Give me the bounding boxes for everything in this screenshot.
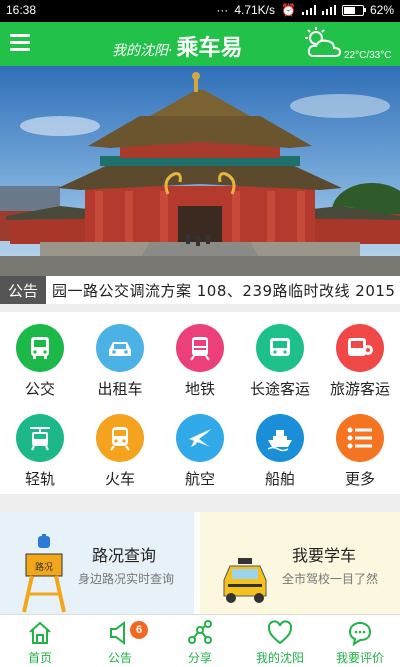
service-label: 航空 [184,470,215,488]
more-icon [336,414,384,462]
service-label: 旅游客运 [329,380,390,398]
heart-icon [267,620,293,645]
service-label: 公交 [24,380,55,398]
service-grid: 公交 出租车 地铁 长途客运 旅游客运 轻轨 火车 航空 船舶 更多 [0,312,400,494]
announcement-icon [110,621,125,645]
airplane-icon [176,414,224,462]
service-label: 轻轨 [24,470,55,488]
service-taxi[interactable]: 出租车 [80,312,160,400]
service-ship[interactable]: 船舶 [240,402,320,490]
more-dots-icon: ··· [216,3,229,17]
tab-share[interactable]: 分享 [160,615,240,667]
tour-bus-icon [336,324,384,372]
traffic-sign-icon: 路况 [22,534,66,613]
service-aviation[interactable]: 航空 [160,402,240,490]
notice-bar[interactable]: 公告 园一路公交调流方案 108、239路临时改线 2015 [0,276,400,304]
tab-review[interactable]: 我要评价 [320,615,400,667]
subway-icon [176,324,224,372]
alarm-icon: ⏰ [281,3,296,17]
app-title-main: 乘车易 [176,35,243,61]
card-subtitle: 全市驾校一目了然 [282,572,379,586]
service-subway[interactable]: 地铁 [160,312,240,400]
service-tour-coach[interactable]: 旅游客运 [320,312,400,400]
card-subtitle: 身边路况实时查询 [78,572,175,586]
service-label: 船舶 [264,470,295,488]
coach-icon [256,324,304,372]
tab-label: 我要评价 [335,651,384,665]
feature-cards: 路况 路况查询 身边路况实时查询 我要学车 全市驾校一目了然 [0,512,400,614]
home-icon [29,621,51,644]
service-label: 出租车 [97,380,143,398]
temperature: 22°C/33°C [344,50,392,61]
tab-label: 分享 [187,651,212,665]
service-label: 长途客运 [249,380,310,398]
app-header: 我的沈阳· 乘车易 22°C/33°C [0,22,400,66]
wifi-icon [321,5,336,15]
tab-label: 公告 [107,651,132,665]
partly-cloudy-icon [305,27,342,57]
app-title: 我的沈阳· 乘车易 [112,30,242,62]
ship-icon [256,414,304,462]
service-more[interactable]: 更多 [320,402,400,490]
card-title: 我要学车 [292,546,357,565]
taxi-icon [96,324,144,372]
bottom-tab-bar: 首页 6 公告 分享 我的沈阳 我要评价 [0,614,400,667]
service-bus[interactable]: 公交 [0,312,80,400]
battery-percent: 62% [369,3,394,17]
service-label: 地铁 [184,380,215,398]
taxi-car-icon [223,558,267,603]
sign-text: 路况 [35,561,53,573]
tab-my-shenyang[interactable]: 我的沈阳 [240,615,320,667]
share-icon [188,620,212,644]
comment-icon [348,621,372,646]
tab-home[interactable]: 首页 [0,615,80,667]
tab-announcement[interactable]: 6 公告 [80,615,160,667]
bus-icon [16,324,64,372]
tab-label: 我的沈阳 [255,651,304,665]
service-label: 火车 [104,470,135,488]
train-icon [96,414,144,462]
service-long-distance-coach[interactable]: 长途客运 [240,312,320,400]
status-indicators: ··· 4.71K/s ⏰ 62% [216,3,394,17]
app-title-prefix: 我的沈阳· [112,43,173,59]
light-rail-icon [16,414,64,462]
status-bar: 16:38 ··· 4.71K/s ⏰ 62% [0,0,400,22]
signal-icon [301,5,316,15]
notice-marquee-text: 园一路公交调流方案 108、239路临时改线 2015 [52,281,396,300]
banner-image[interactable] [0,66,400,276]
status-time: 16:38 [6,3,37,17]
battery-icon [341,4,366,16]
service-train[interactable]: 火车 [80,402,160,490]
menu-icon[interactable] [10,34,30,52]
service-light-rail[interactable]: 轻轨 [0,402,80,490]
road-condition-card[interactable]: 路况 路况查询 身边路况实时查询 [0,512,194,614]
service-label: 更多 [344,470,375,488]
driving-school-card[interactable]: 我要学车 全市驾校一目了然 [200,512,400,614]
network-speed: 4.71K/s [234,3,276,17]
notification-badge: 6 [130,621,148,639]
tab-label: 首页 [27,651,52,665]
notice-tag: 公告 [0,276,46,304]
card-title: 路况查询 [92,546,157,565]
